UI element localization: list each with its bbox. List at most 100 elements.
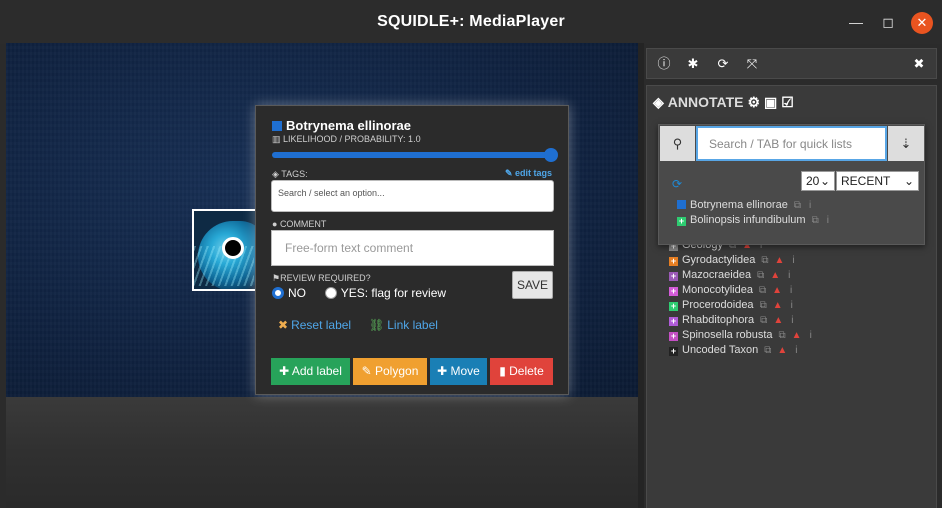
copy-icon[interactable]: ⧉ [761,255,768,266]
tags-icon: ◈ [653,94,664,110]
info-icon[interactable]: i [810,330,812,341]
sort-icon[interactable]: ⇣ [888,126,924,161]
quick-search-dropdown: ⚲ Search / TAB for quick lists ⇣ ⟳ 20 ⌄ R… [658,124,925,245]
delete-text: Delete [509,364,544,378]
review-yes-label[interactable]: YES: flag for review [341,286,446,300]
image-icon[interactable]: ▣ [764,94,777,110]
annotation-point-box[interactable] [192,209,262,291]
tree-label-name: Procerodoidea [682,299,754,311]
link-label-link[interactable]: ⛓ Link label [369,318,438,332]
refresh-list-icon[interactable]: ⟳ [672,177,682,191]
info-icon[interactable]: i [827,215,829,226]
warning-icon: ▲ [770,270,781,281]
close-window-button[interactable]: ✕ [911,12,933,34]
label-name: Botrynema ellinorae [286,118,411,133]
search-icon[interactable]: ⚲ [660,126,695,161]
panel-toolbar: ⓘ ✱ ⟳ ⤧ ✖ [646,48,937,79]
plus-icon: ✚ [279,364,292,378]
tree-label-item[interactable]: + Gyrodactylidea ⧉ ▲ i [669,254,812,269]
comment-label: ● COMMENT [272,219,326,229]
bug-icon[interactable]: ✱ [684,55,702,73]
point-marker[interactable] [222,237,244,259]
copy-icon[interactable]: ⧉ [757,270,764,281]
tree-label-item[interactable]: + Monocotylidea ⧉ ▲ i [669,284,812,299]
copy-icon[interactable]: ⧉ [759,285,766,296]
copy-icon[interactable]: ⧉ [760,300,767,311]
move-button[interactable]: ✚ Move [430,358,487,385]
tree-label-name: Rhabditophora [682,314,755,326]
recent-label-item[interactable]: + Bolinopsis infundibulum ⧉ i [677,214,829,226]
copy-icon[interactable]: ⧉ [779,330,786,341]
copy-icon[interactable]: ⧉ [812,215,819,226]
label-popup: Botrynema ellinorae ▥ LIKELIHOOD / PROBA… [255,105,569,395]
delete-button[interactable]: ▮ Delete [490,358,553,385]
warning-icon: ▲ [791,330,802,341]
review-no-radio[interactable] [272,287,284,299]
tree-label-item[interactable]: + Uncoded Taxon ⧉ ▲ i [669,344,812,359]
fullscreen-icon[interactable]: ⤧ [743,55,761,73]
refresh-icon[interactable]: ⟳ [714,55,732,73]
info-icon[interactable]: i [795,345,797,356]
info-icon[interactable]: i [791,300,793,311]
close-panel-icon[interactable]: ✖ [910,55,928,73]
review-no-label[interactable]: NO [288,286,306,300]
copy-icon[interactable]: ⧉ [764,345,771,356]
info-icon[interactable]: ⓘ [655,55,673,73]
copy-icon[interactable]: ⧉ [794,200,801,211]
expand-icon[interactable]: + [669,287,678,296]
expand-icon[interactable]: + [669,347,678,356]
checkbox-icon[interactable]: ☑ [781,94,794,110]
copy-icon[interactable]: ⧉ [760,315,767,326]
reset-label-link[interactable]: ✖ Reset label [278,318,351,332]
info-icon[interactable]: i [791,315,793,326]
comment-input[interactable]: Free-form text comment [271,230,554,266]
expand-icon[interactable]: + [669,302,678,311]
expand-icon[interactable]: + [669,272,678,281]
info-icon[interactable]: i [809,200,811,211]
recent-label-item[interactable]: Botrynema ellinorae ⧉ i [677,199,811,211]
tree-label-item[interactable]: + Mazocraeidea ⧉ ▲ i [669,269,812,284]
tags-search-input[interactable]: Search / select an option... [271,180,554,212]
slider-knob[interactable] [544,148,558,162]
warning-icon: ▲ [772,300,783,311]
add-label-button[interactable]: ✚ Add label [271,358,350,385]
gear-icon[interactable]: ⚙ [747,94,760,110]
tags-label: ◈ TAGS: [272,169,308,180]
window-title: SQUIDLE+: MediaPlayer [377,13,565,30]
count-select[interactable]: 20 ⌄ [801,171,835,191]
save-button[interactable]: SAVE [512,271,553,299]
likelihood-label: ▥ LIKELIHOOD / PROBABILITY: 1.0 [272,134,421,145]
tree-label-name: Uncoded Taxon [682,344,759,356]
info-icon[interactable]: i [792,255,794,266]
label-color-swatch [272,121,282,131]
polygon-button[interactable]: ✎ Polygon [353,358,427,385]
panel-divider[interactable] [638,43,644,508]
review-yes-radio[interactable] [324,287,337,299]
expand-icon[interactable]: + [669,332,678,341]
maximize-button[interactable]: ◻ [878,12,898,32]
info-icon[interactable]: i [790,285,792,296]
flag-icon: ⚑ [272,273,281,283]
tree-label-item[interactable]: + Spinosella robusta ⧉ ▲ i [669,329,812,344]
annotate-title: ANNOTATE [667,94,744,110]
move-icon: ✚ [437,364,451,378]
tree-label-item[interactable]: + Rhabditophora ⧉ ▲ i [669,314,812,329]
mode-select[interactable]: RECENT ⌄ [836,171,919,191]
trash-icon: ▮ [499,364,510,378]
edit-tags-link[interactable]: ✎ edit tags [505,168,552,179]
link-icon: ⛓ [369,318,385,332]
recent-label-name: Bolinopsis infundibulum [690,214,806,226]
chevron-down-icon: ⌄ [819,174,830,188]
minimize-button[interactable]: — [846,12,866,32]
warning-icon: ▲ [772,285,782,296]
info-icon[interactable]: i [788,270,790,281]
label-title: Botrynema ellinorae [272,118,411,133]
expand-icon[interactable]: + [669,317,678,326]
annotate-panel: ◈ ANNOTATE ⚙ ▣ ☑ + Geology ⧉ ▲ i + Gyrodactylidea ⧉… [646,85,937,508]
tree-label-item[interactable]: + Procerodoidea ⧉ ▲ i [669,299,812,314]
move-text: Move [450,364,480,378]
expand-icon[interactable]: + [669,257,678,266]
x-icon: ✖ [278,318,289,332]
label-search-input[interactable]: Search / TAB for quick lists [696,126,887,161]
likelihood-slider[interactable] [272,148,558,162]
